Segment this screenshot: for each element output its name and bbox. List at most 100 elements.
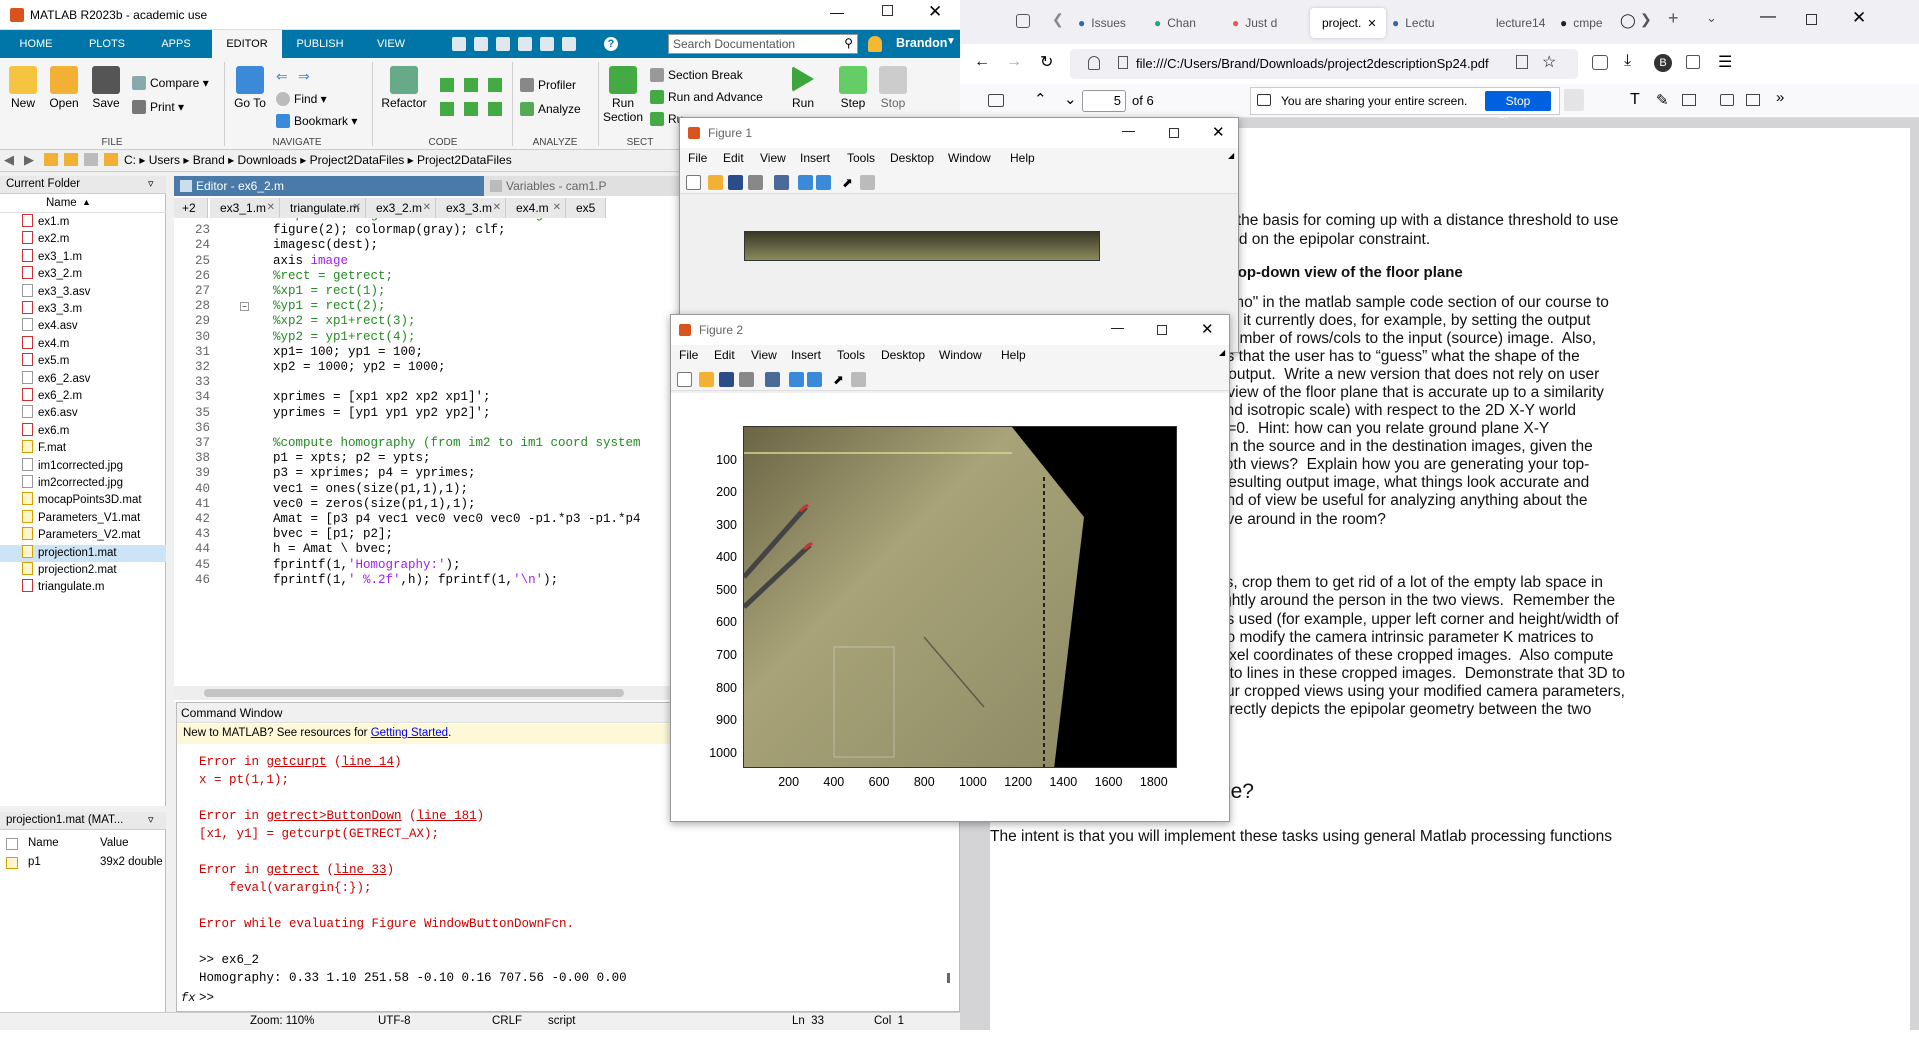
column-header[interactable]: Name ▲ (0, 195, 166, 213)
user-menu[interactable]: Brandon (896, 36, 947, 50)
outdent-icon[interactable] (464, 102, 478, 116)
more-tools-icon[interactable]: » (1776, 89, 1784, 106)
tab-view[interactable]: VIEW (356, 30, 426, 58)
menu-view[interactable]: View (760, 151, 786, 165)
new-button[interactable]: New (6, 66, 40, 110)
shield-icon[interactable] (1088, 56, 1100, 70)
file-item[interactable]: im2corrected.jpg (22, 475, 162, 492)
new-tab-icon[interactable]: + (1668, 8, 1679, 29)
save-icon[interactable] (728, 175, 743, 190)
close-tab-icon[interactable]: ✕ (267, 198, 275, 218)
browser-tab[interactable]: ● Just d (1232, 8, 1300, 38)
search-icon[interactable]: ⚲ (844, 36, 853, 50)
refactor-button[interactable]: Refactor (380, 66, 428, 110)
maximize-icon[interactable] (1157, 325, 1167, 335)
minimize-icon[interactable]: — (1111, 313, 1124, 343)
chevron-down-icon[interactable]: ▿ (148, 813, 154, 826)
link-plot-icon[interactable] (774, 175, 789, 190)
colorbar-icon[interactable] (789, 372, 804, 387)
pointer-icon[interactable]: ⬈ (842, 175, 857, 190)
file-item[interactable]: ex2.m (22, 231, 162, 248)
editor-file-tab[interactable]: ex4.m ✕ (506, 198, 566, 218)
error-function-link[interactable]: getrect>ButtonDown (267, 809, 402, 823)
file-item[interactable]: ex3_3.m (22, 301, 162, 318)
file-item[interactable]: ex3_1.m (22, 248, 162, 266)
name-column-header[interactable]: Name (46, 197, 77, 209)
close-icon[interactable]: ✕ (1212, 118, 1225, 148)
pocket-icon[interactable] (1592, 55, 1608, 70)
property-inspector-icon[interactable] (851, 372, 866, 387)
open-icon[interactable] (699, 372, 714, 387)
file-item[interactable]: ex6_2.m (22, 388, 162, 405)
hide-banner-icon[interactable] (1564, 89, 1584, 111)
menu-window[interactable]: Window (948, 151, 991, 165)
browser-tab[interactable]: ● Chan (1154, 8, 1222, 38)
file-item[interactable]: Parameters_V2.mat (22, 527, 162, 544)
function-browser-icon[interactable]: fx (181, 991, 195, 1005)
maximize-icon[interactable] (1806, 14, 1817, 25)
file-item[interactable]: projection1.mat (0, 544, 166, 562)
close-tab-icon[interactable]: ✕ (1367, 18, 1376, 30)
url-bar[interactable]: file:///C:/Users/Brand/Downloads/project… (1070, 49, 1578, 79)
notification-bell-icon[interactable] (868, 36, 882, 52)
search-documentation[interactable]: Search Documentation ⚲ (668, 34, 858, 54)
error-function-link[interactable]: getcurpt (267, 755, 327, 769)
close-icon[interactable]: ✕ (1201, 315, 1214, 345)
comment-icon[interactable] (440, 78, 454, 92)
stop-sharing-button[interactable]: Stop Sharing (1485, 91, 1551, 128)
file-item[interactable]: projection2.mat (22, 562, 162, 579)
breadcrumb-item[interactable]: Project2DataFiles (310, 153, 405, 167)
link-plot-icon[interactable] (765, 372, 780, 387)
menu-help[interactable]: Help (1001, 348, 1026, 362)
stop-button[interactable]: Stop (874, 66, 912, 110)
editor-file-tab[interactable]: ex5 (566, 198, 606, 218)
find-button[interactable]: Find ▾ (276, 92, 327, 106)
browse-folder-icon[interactable] (64, 153, 78, 166)
breadcrumb-item[interactable]: Users (149, 153, 180, 167)
close-icon[interactable]: ✕ (1852, 8, 1866, 28)
file-item[interactable]: ex1.m (22, 214, 162, 231)
copy-icon[interactable] (496, 37, 510, 51)
colorbar-icon[interactable] (798, 175, 813, 190)
redo-icon[interactable] (562, 37, 576, 51)
text-tool-icon[interactable]: T (1630, 91, 1640, 109)
print-button[interactable]: Print ▾ (132, 100, 184, 114)
extensions-icon[interactable] (1686, 55, 1700, 69)
file-item[interactable]: ex6_2.asv (22, 370, 162, 388)
scroll-indicator[interactable] (947, 973, 950, 983)
undo-icon[interactable] (540, 37, 554, 51)
breadcrumb-item[interactable]: Downloads (237, 153, 296, 167)
indent-icon[interactable] (440, 102, 454, 116)
error-line-link[interactable]: line 14 (342, 755, 395, 769)
close-tab-icon[interactable]: ✕ (493, 198, 501, 218)
expand-toolbar-icon[interactable]: ◢ (1219, 348, 1225, 357)
menu-edit[interactable]: Edit (723, 151, 744, 165)
legend-icon[interactable] (816, 175, 831, 190)
browser-tab-active[interactable]: project. ✕ (1310, 8, 1386, 38)
scroll-tabs-left-icon[interactable]: ❮ (1052, 11, 1064, 28)
run-section-button[interactable]: Run Section (600, 66, 646, 124)
pointer-icon[interactable]: ⬈ (833, 372, 848, 387)
file-item[interactable]: ex4.asv (22, 318, 162, 335)
save-icon[interactable] (1746, 94, 1760, 106)
downloads-icon[interactable]: ⤓ (1624, 52, 1631, 70)
forward-icon[interactable]: → (1006, 53, 1022, 71)
close-tab-icon[interactable]: ✕ (423, 198, 431, 218)
minimize-icon[interactable]: — (1122, 116, 1135, 146)
file-item[interactable]: ex3_2.m (22, 266, 162, 283)
menu-insert[interactable]: Insert (800, 151, 830, 165)
print-icon[interactable] (748, 175, 763, 190)
file-item[interactable]: Parameters_V1.mat (22, 509, 162, 527)
tab-publish[interactable]: PUBLISH (284, 30, 356, 58)
editor-file-tab[interactable]: ex3_1.m ✕ (210, 198, 280, 218)
scrollbar-thumb[interactable] (204, 689, 624, 697)
url-text[interactable]: file:///C:/Users/Brand/Downloads/project… (1136, 56, 1489, 71)
run-and-advance-button[interactable]: Run and Advance (650, 90, 763, 104)
forward-icon[interactable]: ▶ (24, 152, 34, 168)
file-item[interactable]: mocapPoints3D.mat (22, 492, 162, 509)
close-tab-icon[interactable]: ✕ (553, 198, 561, 218)
menu-desktop[interactable]: Desktop (881, 348, 925, 362)
name-column-header[interactable]: Name (28, 837, 59, 849)
file-item[interactable]: ex4.m (22, 335, 162, 353)
variable-name[interactable]: p1 (28, 856, 41, 868)
